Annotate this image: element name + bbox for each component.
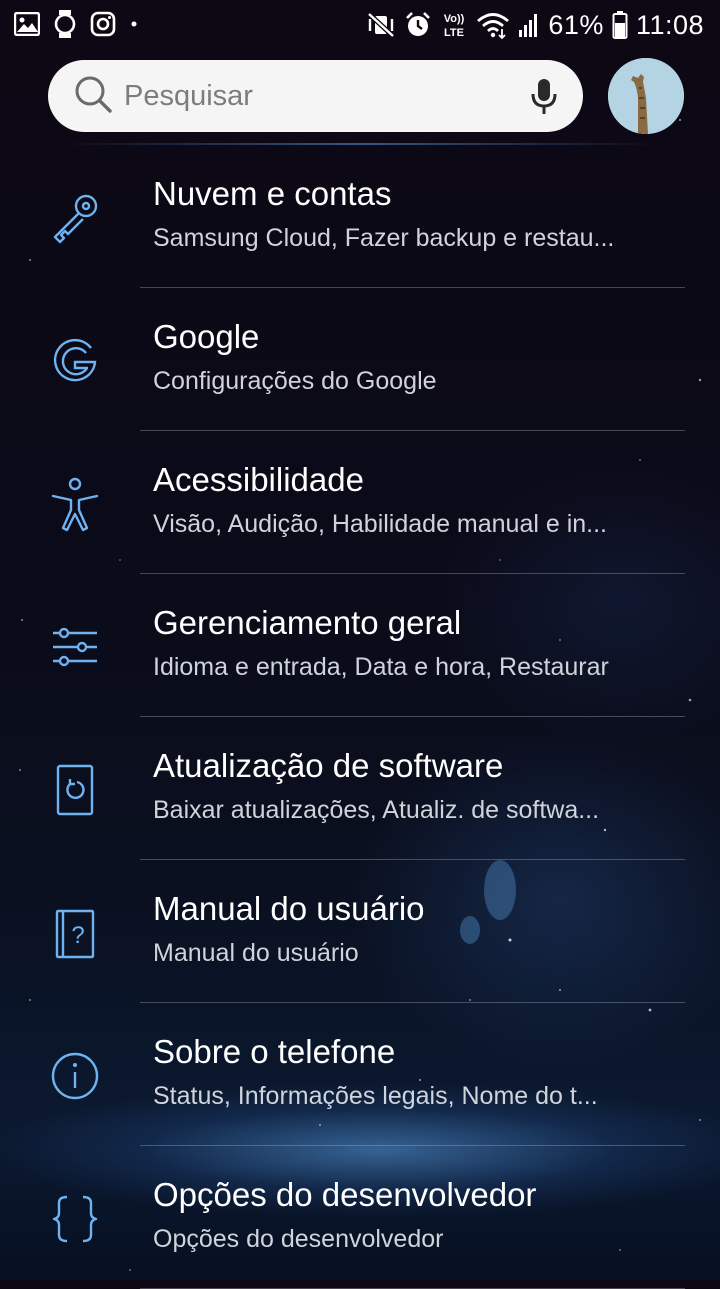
google-icon <box>45 331 105 391</box>
item-subtitle: Manual do usuário <box>153 939 359 967</box>
battery-icon <box>612 11 628 39</box>
search-input[interactable]: Pesquisar <box>124 80 253 113</box>
item-title: Sobre o telefone <box>153 1033 396 1070</box>
wifi-icon <box>476 11 510 39</box>
svg-text:Vo)): Vo)) <box>444 13 465 25</box>
key-icon <box>45 188 105 248</box>
developer-braces-icon <box>45 1189 105 1249</box>
sliders-icon <box>45 617 105 677</box>
profile-avatar[interactable] <box>608 58 684 134</box>
settings-item-general-management[interactable]: Gerenciamento geral Idioma e entrada, Da… <box>0 574 720 717</box>
item-subtitle: Status, Informações legais, Nome do t... <box>153 1082 598 1110</box>
search-icon <box>72 73 114 120</box>
item-subtitle: Idioma e entrada, Data e hora, Restaurar <box>153 653 609 681</box>
alarm-icon <box>404 11 432 39</box>
settings-item-user-manual[interactable]: ? Manual do usuário Manual do usuário <box>0 860 720 1003</box>
item-subtitle: Configurações do Google <box>153 367 437 395</box>
settings-item-about-phone[interactable]: Sobre o telefone Status, Informações leg… <box>0 1003 720 1146</box>
instagram-icon <box>90 11 116 37</box>
settings-item-software-update[interactable]: Atualização de software Baixar atualizaç… <box>0 717 720 860</box>
item-subtitle: Visão, Audição, Habilidade manual e in..… <box>153 510 608 538</box>
software-update-icon <box>45 760 105 820</box>
status-right-icons: Vo)) LTE 61% 11:08 <box>366 6 704 44</box>
gallery-icon <box>14 12 40 36</box>
settings-item-cloud-accounts[interactable]: Nuvem e contas Samsung Cloud, Fazer back… <box>0 145 720 288</box>
accessibility-icon <box>45 474 105 534</box>
svg-text:LTE: LTE <box>444 27 464 39</box>
battery-percentage: 61% <box>548 9 604 40</box>
settings-list: Nuvem e contas Samsung Cloud, Fazer back… <box>0 145 720 1289</box>
dot-icon <box>130 20 138 28</box>
svg-text:?: ? <box>71 922 84 949</box>
settings-item-developer-options[interactable]: Opções do desenvolvedor Opções do desenv… <box>0 1146 720 1289</box>
item-title: Opções do desenvolvedor <box>153 1176 537 1213</box>
item-title: Atualização de software <box>153 747 504 784</box>
item-title: Google <box>153 318 260 355</box>
item-title: Acessibilidade <box>153 461 364 498</box>
status-left-icons <box>14 10 138 38</box>
item-subtitle: Baixar atualizações, Atualiz. de softwa.… <box>153 796 600 824</box>
watch-icon <box>54 10 76 38</box>
item-subtitle: Opções do desenvolvedor <box>153 1225 444 1253</box>
item-title: Nuvem e contas <box>153 175 392 212</box>
settings-item-accessibility[interactable]: Acessibilidade Visão, Audição, Habilidad… <box>0 431 720 574</box>
item-title: Manual do usuário <box>153 890 425 927</box>
search-bar[interactable]: Pesquisar <box>48 60 583 132</box>
microphone-icon[interactable] <box>529 78 559 121</box>
info-icon <box>45 1046 105 1106</box>
settings-item-google[interactable]: Google Configurações do Google <box>0 288 720 431</box>
item-subtitle: Samsung Cloud, Fazer backup e restau... <box>153 224 615 252</box>
clock: 11:08 <box>635 9 704 40</box>
status-bar: Vo)) LTE 61% 11:08 <box>0 0 720 50</box>
user-manual-icon: ? <box>45 903 105 963</box>
signal-icon <box>518 12 540 38</box>
mute-vibrate-icon <box>366 11 396 39</box>
volte-icon: Vo)) LTE <box>440 10 468 40</box>
item-title: Gerenciamento geral <box>153 604 462 641</box>
